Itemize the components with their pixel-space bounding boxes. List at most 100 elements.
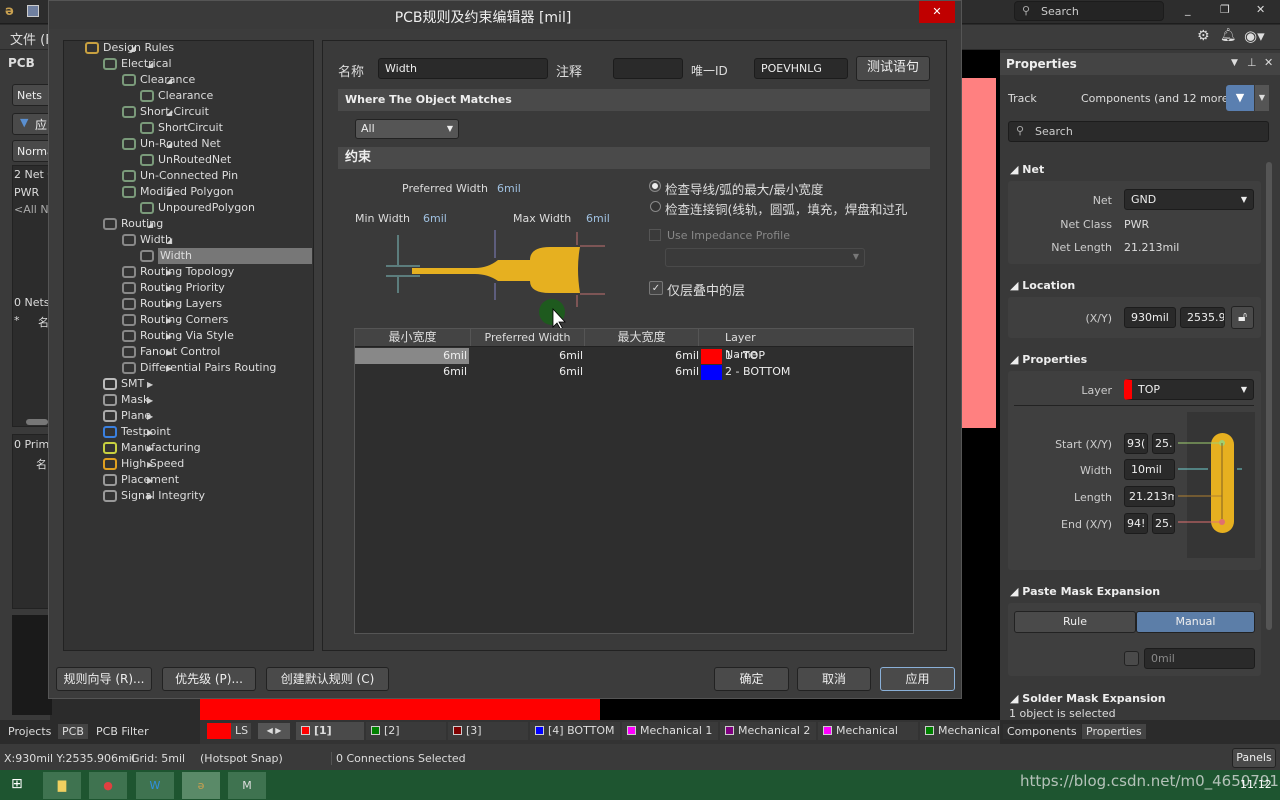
account-icon[interactable]: ◉▾ xyxy=(1244,27,1265,45)
layer-tab[interactable]: [4] BOTTOM xyxy=(530,722,620,740)
tree-item[interactable]: ▶ Routing Layers xyxy=(64,296,312,312)
tree-item[interactable]: ▶ Mask xyxy=(64,392,312,408)
menu-file[interactable]: 文件 (F xyxy=(10,29,53,48)
panel-menu-icon[interactable]: ▼ xyxy=(1231,58,1238,68)
col-min-width[interactable]: 最小宽度 xyxy=(355,329,471,346)
taskbar-app-icon[interactable]: M xyxy=(228,772,266,799)
windows-start-icon[interactable]: ⊞ xyxy=(11,776,23,792)
tree-item[interactable]: ▶ Fanout Control xyxy=(64,344,312,360)
layer-tab[interactable]: [3] PWR03 xyxy=(448,722,528,755)
paste-manual-button[interactable]: Manual xyxy=(1136,611,1255,633)
impedance-dropdown[interactable]: ▼ xyxy=(665,248,865,267)
left-tab-projects[interactable]: Projects xyxy=(4,724,55,739)
tree-item[interactable]: ▶ Signal Integrity xyxy=(64,488,312,504)
tree-item[interactable]: ◢ Design Rules xyxy=(64,40,312,56)
bell-icon[interactable]: 🔔︎ xyxy=(1220,28,1237,43)
layer-tab[interactable]: Mechanical 13 xyxy=(818,722,918,755)
close-panel-icon[interactable]: ✕ xyxy=(1264,56,1273,69)
comment-input[interactable] xyxy=(613,58,683,79)
tree-item[interactable]: ▶ Routing Corners xyxy=(64,312,312,328)
stack-layers-checkbox[interactable]: ✓ xyxy=(649,281,663,295)
paste-mask-section-title[interactable]: ◢ Paste Mask Expansion xyxy=(1010,585,1160,598)
pin-icon[interactable]: ⊥ xyxy=(1247,56,1257,69)
layer-tab[interactable]: Mechanical xyxy=(920,722,1000,740)
where-matches-dropdown[interactable]: All ▼ xyxy=(355,119,459,139)
paste-rule-button[interactable]: Rule xyxy=(1014,611,1136,633)
col-max-width[interactable]: 最大宽度 xyxy=(585,329,699,346)
netclass-item[interactable]: <All N xyxy=(14,203,49,216)
right-tab-properties[interactable]: Properties xyxy=(1082,724,1146,739)
layer-scroll-buttons[interactable]: ◀ ▶ xyxy=(258,723,290,739)
layer-tab[interactable]: Mechanical 2 xyxy=(720,722,816,740)
board-minimap[interactable] xyxy=(12,615,52,715)
properties-search-input[interactable]: Search xyxy=(1008,121,1269,142)
length-input[interactable]: 21.213m xyxy=(1124,486,1175,507)
layer-tab[interactable]: [2] GND02 xyxy=(366,722,446,755)
taskbar-explorer-icon[interactable]: ▇ xyxy=(43,772,81,799)
tree-item[interactable]: ◢ Routing xyxy=(64,216,312,232)
taskbar-chrome-icon[interactable]: ● xyxy=(89,772,127,799)
tree-item[interactable]: ◢ Un-Routed Net xyxy=(64,136,312,152)
layer-set-button[interactable]: LS xyxy=(207,723,251,739)
primitives-column-name[interactable]: 名 xyxy=(36,456,47,472)
priorities-button[interactable]: 优先级 (P)... xyxy=(162,667,256,691)
tree-item[interactable]: Un-Connected Pin xyxy=(64,168,312,184)
minimize-button[interactable]: _ xyxy=(1185,3,1191,16)
create-default-rules-button[interactable]: 创建默认规则 (C) xyxy=(266,667,389,691)
left-tab-pcb-filter[interactable]: PCB Filter xyxy=(92,724,153,739)
tree-item[interactable]: ▶ Routing Via Style xyxy=(64,328,312,344)
name-input[interactable]: Width xyxy=(378,58,548,79)
impedance-checkbox[interactable] xyxy=(649,229,661,241)
min-width-value[interactable]: 6mil xyxy=(423,212,447,225)
tree-item[interactable]: ▶ Placement xyxy=(64,472,312,488)
max-width-value[interactable]: 6mil xyxy=(586,212,610,225)
start-y-input[interactable]: 25. xyxy=(1152,433,1175,454)
cancel-button[interactable]: 取消 xyxy=(797,667,871,691)
unique-id-input[interactable]: POEVHNLG xyxy=(754,58,848,79)
col-layer-name[interactable]: Layer Name xyxy=(725,329,785,361)
width-input[interactable]: 10mil xyxy=(1124,459,1175,480)
gear-icon[interactable]: ⚙ xyxy=(1197,28,1210,44)
properties-scrollbar[interactable] xyxy=(1266,162,1272,630)
rule-wizard-button[interactable]: 规则向导 (R)... xyxy=(56,667,152,691)
end-x-input[interactable]: 94! xyxy=(1124,513,1148,534)
layer-width-table[interactable]: 最小宽度 Preferred Width 最大宽度 Layer Name 6mi… xyxy=(354,328,914,634)
taskbar-clock[interactable]: 11:12 xyxy=(1240,778,1272,791)
tree-item[interactable]: ▶ Testpoint xyxy=(64,424,312,440)
lock-toggle[interactable]: 🔓︎ xyxy=(1231,306,1254,329)
cell-max-width[interactable]: 6mil xyxy=(585,348,699,364)
left-tab-pcb[interactable]: PCB xyxy=(58,724,88,739)
tree-item[interactable]: ◢ Modified Polygon xyxy=(64,184,312,200)
taskbar-word-icon[interactable]: W xyxy=(136,772,174,799)
radio-check-copper[interactable] xyxy=(650,201,661,212)
col-preferred-width[interactable]: Preferred Width xyxy=(471,329,585,346)
tree-item[interactable]: ShortCircuit xyxy=(64,120,312,136)
cell-preferred-width[interactable]: 6mil xyxy=(471,364,583,380)
cell-max-width[interactable]: 6mil xyxy=(585,364,699,380)
tree-item[interactable]: ◢ Short-Circuit xyxy=(64,104,312,120)
tree-item[interactable]: ▶ High Speed xyxy=(64,456,312,472)
tree-item[interactable]: Width xyxy=(64,248,312,264)
start-x-input[interactable]: 93( xyxy=(1124,433,1148,454)
tree-item[interactable]: ▶ Differential Pairs Routing xyxy=(64,360,312,376)
tree-item[interactable]: ◢ Electrical xyxy=(64,56,312,72)
net-section-title[interactable]: ◢ Net xyxy=(1010,163,1044,176)
nets-column[interactable]: * xyxy=(14,314,20,327)
restore-button[interactable]: ❐ xyxy=(1220,3,1230,16)
filter-dropdown-button[interactable]: ▼ xyxy=(1255,85,1269,111)
cell-layer-name[interactable]: 1 - TOP xyxy=(725,348,845,364)
tree-item[interactable]: UnpouredPolygon xyxy=(64,200,312,216)
properties-section-title[interactable]: ◢ Properties xyxy=(1010,353,1087,366)
save-icon[interactable] xyxy=(27,5,39,17)
cell-layer-name[interactable]: 2 - BOTTOM xyxy=(725,364,845,380)
nets-list[interactable] xyxy=(12,292,52,427)
layer-tab[interactable]: [1] TOP xyxy=(296,722,364,755)
location-y-input[interactable]: 2535.9( xyxy=(1180,307,1225,328)
right-tab-components[interactable]: Components xyxy=(1003,724,1081,739)
tree-item[interactable]: ◢ Width xyxy=(64,232,312,248)
end-y-input[interactable]: 25. xyxy=(1152,513,1175,534)
tree-item[interactable]: ▶ Routing Topology xyxy=(64,264,312,280)
solder-mask-section-title[interactable]: ◢ Solder Mask Expansion xyxy=(1010,692,1166,705)
selection-filter-button[interactable]: ▼ xyxy=(1226,85,1254,111)
tree-item[interactable]: ▶ SMT xyxy=(64,376,312,392)
